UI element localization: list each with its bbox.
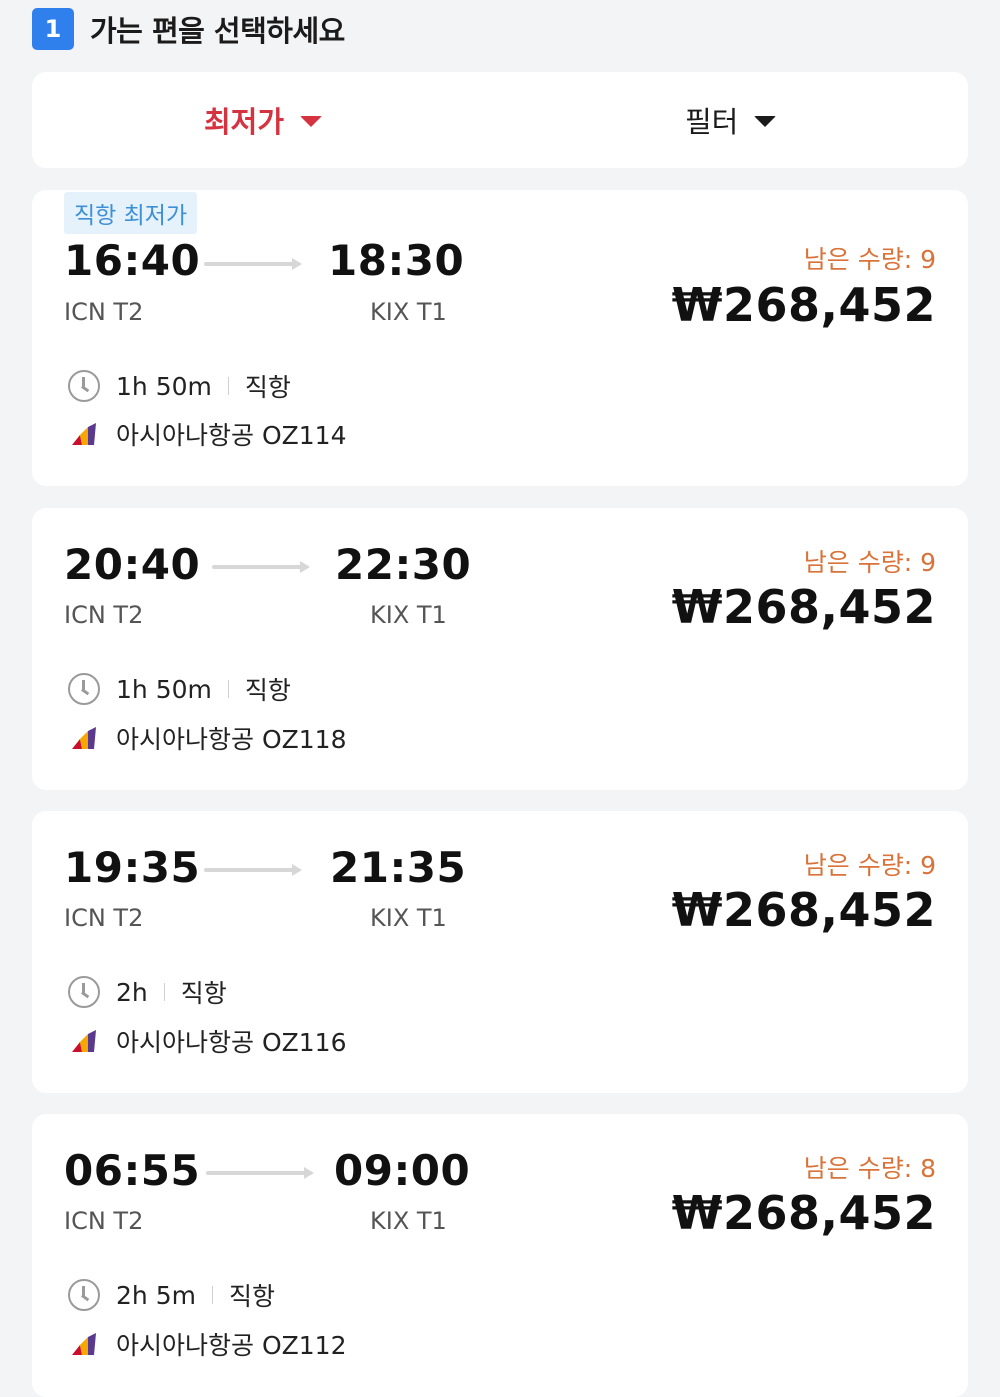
step-header: 1 가는 편을 선택하세요 xyxy=(32,8,345,50)
remaining-seats: 남은 수량: 8 xyxy=(803,1154,936,1183)
step-title: 가는 편을 선택하세요 xyxy=(90,14,345,48)
airline-row: 아시아나항공 OZ118 xyxy=(68,720,346,756)
flight-type: 직항 xyxy=(244,676,291,705)
airline-row: 아시아나항공 OZ114 xyxy=(68,416,346,452)
depart-time: 06:55 xyxy=(64,1146,201,1195)
sort-lowest-price-label: 최저가 xyxy=(204,105,285,139)
remaining-seats: 남은 수량: 9 xyxy=(803,548,936,577)
duration-row: 1h 50m 직항 xyxy=(68,671,291,707)
airline-flight: 아시아나항공 OZ116 xyxy=(116,1028,347,1057)
depart-airport: ICN T2 xyxy=(64,904,144,932)
divider xyxy=(211,1286,213,1304)
route-arrow-icon xyxy=(212,561,310,573)
filter-label: 필터 xyxy=(685,105,739,139)
depart-airport: ICN T2 xyxy=(64,298,144,326)
airline-flight: 아시아나항공 OZ114 xyxy=(116,421,347,450)
duration-row: 2h 직항 xyxy=(68,974,227,1010)
arrive-airport: KIX T1 xyxy=(370,1207,447,1235)
price: ₩268,452 xyxy=(671,278,936,332)
step-number-badge: 1 xyxy=(32,8,74,50)
depart-airport: ICN T2 xyxy=(64,601,144,629)
caret-down-icon xyxy=(754,115,777,127)
caret-down-icon xyxy=(300,115,323,127)
price: ₩268,452 xyxy=(671,883,936,937)
clock-icon xyxy=(68,976,100,1008)
airline-row: 아시아나항공 OZ116 xyxy=(68,1023,346,1059)
duration-row: 2h 5m 직항 xyxy=(68,1277,275,1313)
duration: 2h 5m xyxy=(116,1280,196,1310)
asiana-logo-icon xyxy=(72,727,96,749)
asiana-logo-icon xyxy=(72,1333,96,1355)
flight-type: 직항 xyxy=(244,373,291,402)
arrive-time: 18:30 xyxy=(328,236,465,285)
depart-airport: ICN T2 xyxy=(64,1207,144,1235)
remaining-seats: 남은 수량: 9 xyxy=(803,245,936,274)
arrive-time: 21:35 xyxy=(330,843,467,892)
route-arrow-icon xyxy=(204,258,302,270)
flight-card[interactable]: 직항 최저가 16:40 18:30 ICN T2 KIX T1 남은 수량: … xyxy=(32,190,968,486)
airline-flight: 아시아나항공 OZ118 xyxy=(116,725,347,754)
clock-icon xyxy=(68,370,100,402)
arrive-airport: KIX T1 xyxy=(370,601,447,629)
airline-flight: 아시아나항공 OZ112 xyxy=(116,1331,347,1360)
depart-time: 20:40 xyxy=(64,540,201,589)
arrive-airport: KIX T1 xyxy=(370,298,447,326)
asiana-logo-icon xyxy=(72,423,96,445)
divider xyxy=(227,680,229,698)
arrive-airport: KIX T1 xyxy=(370,904,447,932)
filter-button[interactable]: 필터 xyxy=(685,72,777,168)
price: ₩268,452 xyxy=(671,1186,936,1240)
duration: 1h 50m xyxy=(116,371,212,401)
divider xyxy=(163,983,165,1001)
flight-type: 직항 xyxy=(228,1282,275,1311)
asiana-logo-icon xyxy=(72,1030,96,1052)
route-arrow-icon xyxy=(204,864,302,876)
price: ₩268,452 xyxy=(671,580,936,634)
flight-type: 직항 xyxy=(180,979,227,1008)
remaining-seats: 남은 수량: 9 xyxy=(803,851,936,880)
flight-card[interactable]: 20:40 22:30 ICN T2 KIX T1 남은 수량: 9 ₩268,… xyxy=(32,508,968,790)
route-arrow-icon xyxy=(206,1167,314,1179)
depart-time: 19:35 xyxy=(64,843,201,892)
airline-row: 아시아나항공 OZ112 xyxy=(68,1326,346,1362)
arrive-time: 09:00 xyxy=(334,1146,471,1195)
sort-filter-bar: 최저가 필터 xyxy=(32,72,968,168)
divider xyxy=(227,377,229,395)
clock-icon xyxy=(68,673,100,705)
duration: 1h 50m xyxy=(116,674,212,704)
sort-lowest-price-button[interactable]: 최저가 xyxy=(204,72,323,168)
duration-row: 1h 50m 직항 xyxy=(68,368,291,404)
flight-card[interactable]: 19:35 21:35 ICN T2 KIX T1 남은 수량: 9 ₩268,… xyxy=(32,811,968,1093)
flight-card[interactable]: 06:55 09:00 ICN T2 KIX T1 남은 수량: 8 ₩268,… xyxy=(32,1114,968,1397)
clock-icon xyxy=(68,1279,100,1311)
depart-time: 16:40 xyxy=(64,236,201,285)
arrive-time: 22:30 xyxy=(335,540,472,589)
duration: 2h xyxy=(116,977,148,1007)
nonstop-lowest-badge: 직항 최저가 xyxy=(64,192,198,234)
